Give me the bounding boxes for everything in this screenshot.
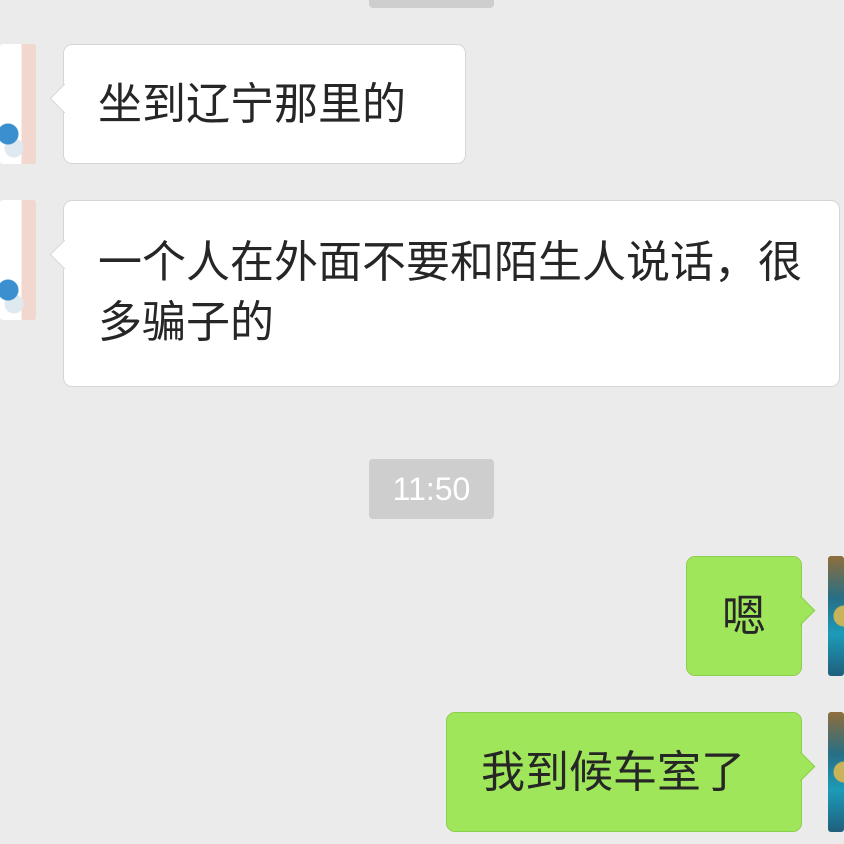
message-bubble-incoming[interactable]: 坐到辽宁那里的 — [49, 44, 466, 164]
message-text: 一个人在外面不要和陌生人说话，很多骗子的 — [98, 237, 802, 348]
message-text: 嗯 — [722, 591, 766, 642]
user-avatar[interactable] — [828, 556, 844, 676]
timestamp-chip-cropped — [369, 0, 494, 8]
sender-avatar[interactable] — [0, 200, 36, 320]
message-bubble-incoming[interactable]: 一个人在外面不要和陌生人说话，很多骗子的 — [49, 200, 840, 387]
message-bubble-outgoing[interactable]: 我到候车室了 — [446, 712, 816, 832]
message-bubble-outgoing[interactable]: 嗯 — [686, 556, 816, 676]
sender-avatar[interactable] — [0, 44, 36, 164]
user-avatar[interactable] — [828, 712, 844, 832]
timestamp-chip: 11:50 — [369, 459, 494, 519]
message-text: 坐到辽宁那里的 — [98, 79, 406, 130]
message-text: 我到候车室了 — [481, 747, 745, 798]
